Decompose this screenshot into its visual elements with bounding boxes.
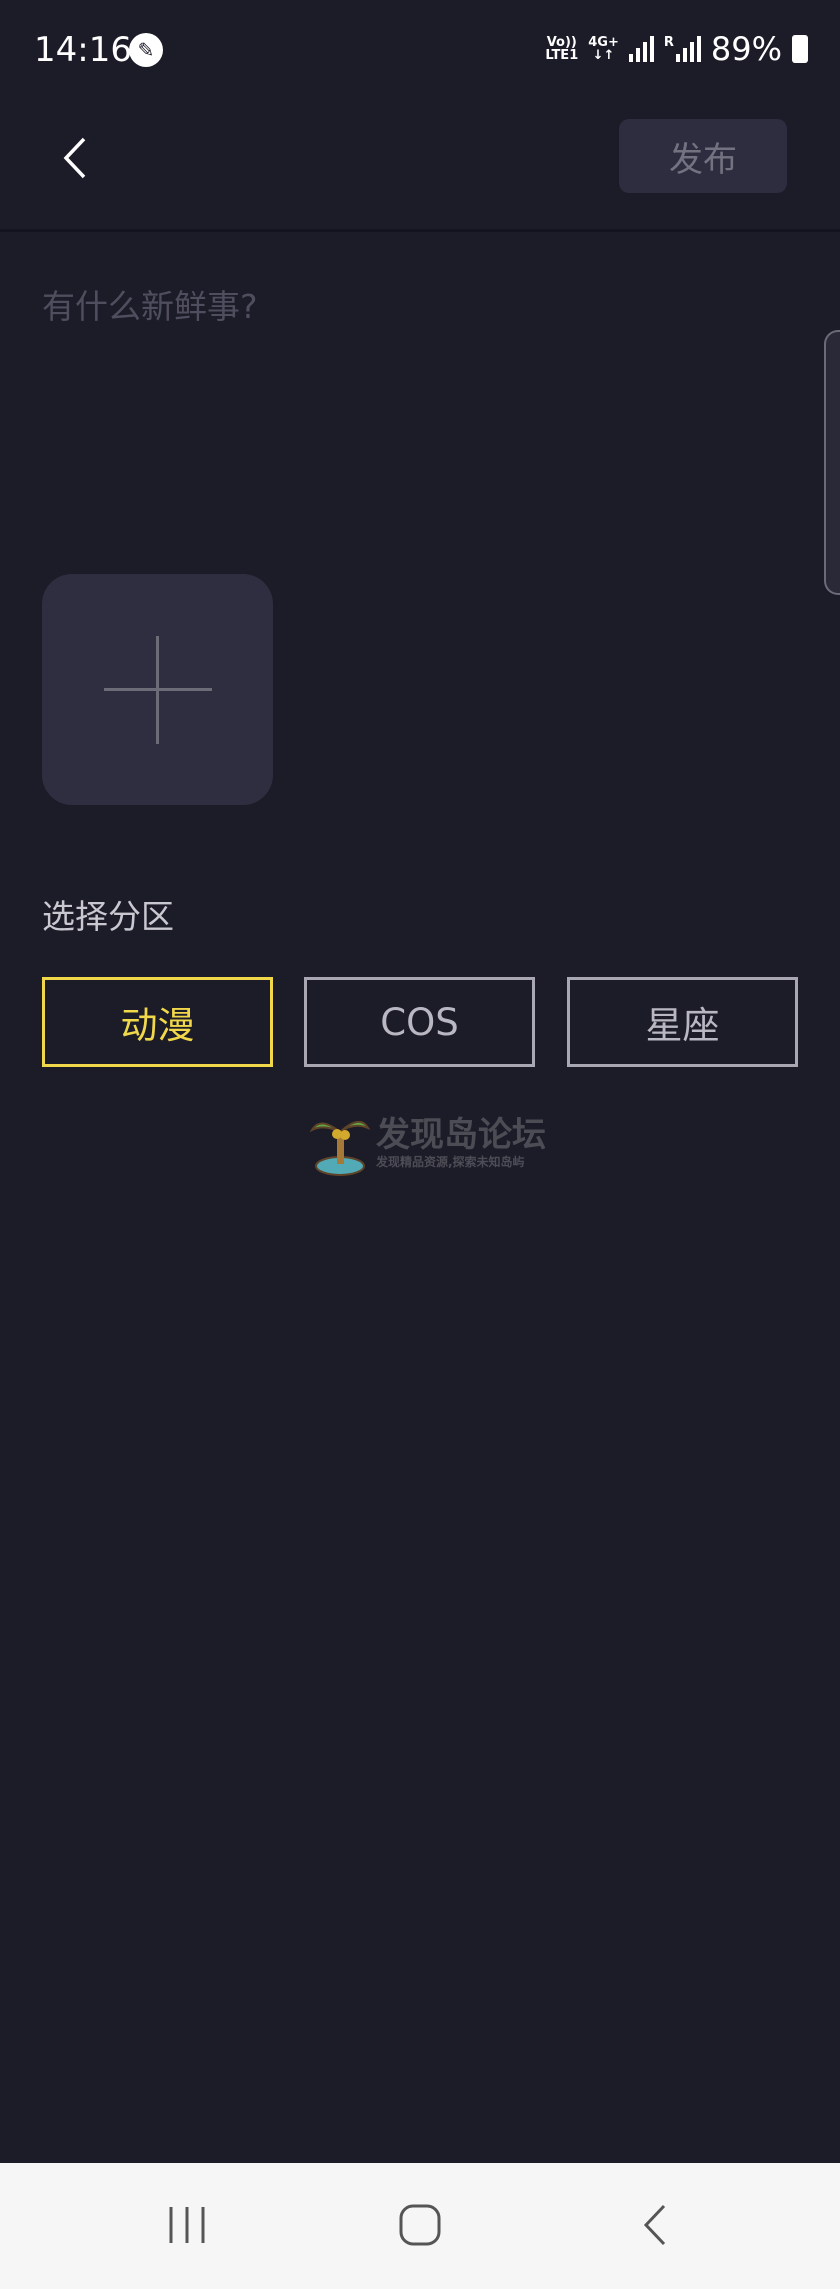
category-horoscope[interactable]: 星座 (567, 977, 798, 1067)
roaming-signal-icon: R (664, 36, 701, 62)
data-icon: 4G+ ↓↑ (588, 35, 619, 63)
system-nav-bar (0, 2163, 840, 2289)
status-time: 14:16 (34, 30, 132, 70)
screenshot-edit-icon: ✎ (129, 33, 163, 67)
scrollbar-handle[interactable] (824, 330, 840, 595)
volte-icon: Vo)) LTE1 (545, 35, 579, 63)
recent-apps-icon[interactable] (165, 2203, 209, 2247)
header-divider (0, 229, 840, 232)
back-icon[interactable] (58, 133, 98, 183)
system-back-icon[interactable] (640, 2203, 670, 2247)
status-icons: Vo)) LTE1 4G+ ↓↑ R 89% (545, 30, 808, 68)
watermark: 发现岛论坛 发现精品资源,探索未知岛屿 (310, 1110, 546, 1176)
battery-icon (792, 35, 808, 63)
post-content-input[interactable]: 有什么新鲜事? (42, 280, 258, 328)
add-image-button[interactable] (42, 574, 273, 805)
section-label: 选择分区 (42, 897, 174, 936)
category-cos[interactable]: COS (304, 977, 535, 1067)
home-icon[interactable] (398, 2203, 442, 2247)
battery-percent: 89% (710, 30, 782, 68)
signal-icon (628, 36, 654, 62)
category-anime[interactable]: 动漫 (42, 977, 273, 1067)
palm-tree-logo-icon (310, 1121, 370, 1176)
publish-button[interactable]: 发布 (619, 119, 787, 193)
